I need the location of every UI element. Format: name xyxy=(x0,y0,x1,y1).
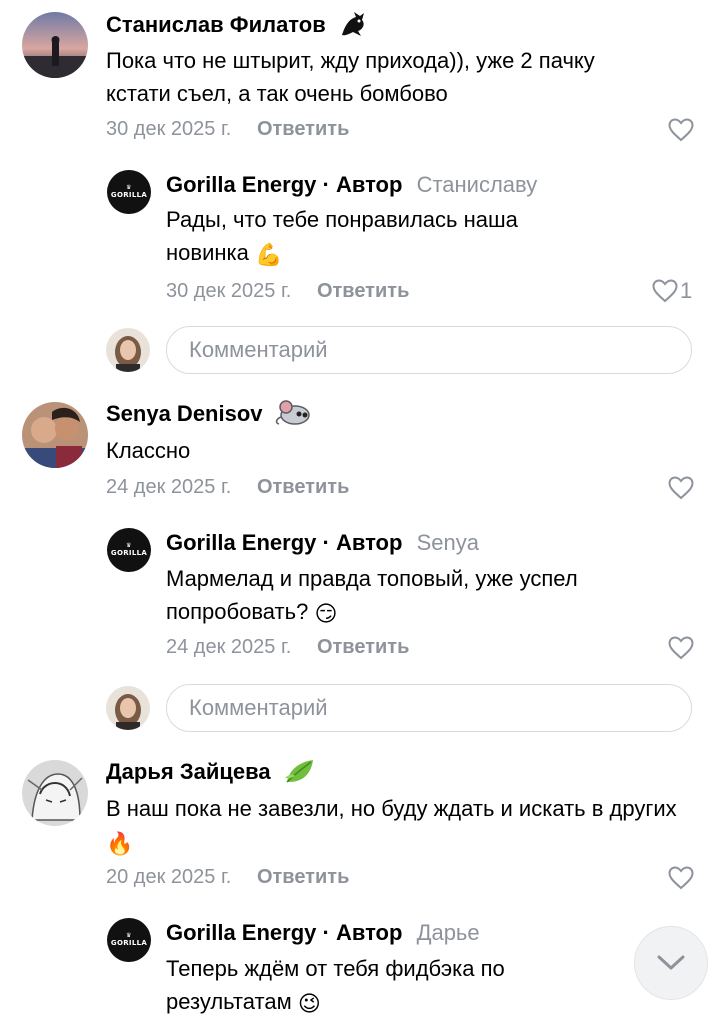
mouse-icon xyxy=(275,400,310,425)
brand-avatar[interactable]: ♛ GORILLA xyxy=(107,918,151,962)
comment-input-placeholder: Комментарий xyxy=(189,337,328,362)
reply-text: Теперь ждём от тебя фидбэка по результат… xyxy=(166,952,606,1020)
author-badge: · Автор xyxy=(322,530,403,555)
flexed-biceps-emoji: 💪 xyxy=(254,241,283,267)
brand-logo-text: GORILLA xyxy=(110,549,148,557)
avatar-stanislav[interactable] xyxy=(22,12,88,78)
reply-text: Рады, что тебе понравилась наша новинка … xyxy=(166,203,606,271)
smirking-face-emoji: 😏 xyxy=(314,600,338,626)
avatar-image xyxy=(22,760,88,826)
reply-meta: 24 дек 2025 г. Ответить xyxy=(166,636,409,659)
reply-author-line: Gorilla Energy · Автор Дарье xyxy=(166,920,480,946)
fire-emoji: 🔥 xyxy=(106,830,134,856)
reply-author-name[interactable]: Gorilla Energy xyxy=(166,530,316,555)
reply-to-name[interactable]: Senya xyxy=(417,530,479,555)
scroll-down-button[interactable] xyxy=(634,926,708,1000)
reply-text-body: Рады, что тебе понравилась наша новинка xyxy=(166,207,518,265)
comment-input[interactable]: Комментарий xyxy=(166,326,692,374)
reply-to-name[interactable]: Станиславу xyxy=(417,172,538,197)
avatar-image xyxy=(22,12,88,78)
reply-author-line: Gorilla Energy · Автор Станиславу xyxy=(166,172,537,198)
dragon-icon xyxy=(341,12,364,37)
avatar-darya[interactable] xyxy=(22,760,88,826)
comment-text: Пока что не штырит, жду прихода)), уже 2… xyxy=(106,48,595,106)
reply-button[interactable]: Ответить xyxy=(317,636,409,658)
reply-date: 30 дек 2025 г. xyxy=(166,280,292,302)
reply-text-body: Теперь ждём от тебя фидбэка по результат… xyxy=(166,956,505,1014)
heart-icon[interactable] xyxy=(668,118,694,142)
comment-date: 30 дек 2025 г. xyxy=(106,118,232,140)
reply-button[interactable]: Ответить xyxy=(257,866,349,888)
reply-button[interactable]: Ответить xyxy=(317,280,409,302)
current-user-avatar[interactable] xyxy=(106,328,150,372)
heart-icon[interactable] xyxy=(668,866,694,890)
reply-author-name[interactable]: Gorilla Energy xyxy=(166,172,316,197)
like-button[interactable]: 1 xyxy=(652,278,692,304)
avatar-image xyxy=(106,686,150,730)
reply-text-body: Мармелад и правда топовый, уже успел поп… xyxy=(166,566,578,624)
comment-text: Классно xyxy=(106,438,191,463)
brand-avatar[interactable]: ♛ GORILLA xyxy=(107,170,151,214)
comment-meta: 30 дек 2025 г. Ответить xyxy=(106,118,349,141)
current-user-avatar[interactable] xyxy=(106,686,150,730)
chevron-down-icon xyxy=(657,955,685,970)
brand-logo-text: GORILLA xyxy=(110,191,148,199)
reply-button[interactable]: Ответить xyxy=(257,476,349,498)
reply-text: Мармелад и правда топовый, уже успел поп… xyxy=(166,562,686,630)
avatar-senya[interactable] xyxy=(22,402,88,468)
comment-date: 24 дек 2025 г. xyxy=(106,476,232,498)
comment-author-name[interactable]: Станислав Филатов xyxy=(106,12,368,39)
like-count: 1 xyxy=(680,278,693,303)
author-badge: · Автор xyxy=(322,172,403,197)
reply-date: 24 дек 2025 г. xyxy=(166,636,292,658)
brand-logo-text: GORILLA xyxy=(110,939,148,947)
reply-meta: 30 дек 2025 г. Ответить xyxy=(166,280,409,303)
comment-author-name[interactable]: Senya Denisov xyxy=(106,400,313,427)
comment-input[interactable]: Комментарий xyxy=(166,684,692,732)
heart-icon xyxy=(652,279,678,303)
heart-icon[interactable] xyxy=(668,636,694,660)
reply-author-name[interactable]: Gorilla Energy xyxy=(166,920,316,945)
avatar-image xyxy=(106,328,150,372)
comment-input-placeholder: Комментарий xyxy=(189,695,328,720)
comment-author-name[interactable]: Дарья Зайцева xyxy=(106,759,315,786)
comment-date: 20 дек 2025 г. xyxy=(106,866,232,888)
winking-face-emoji: 😉 xyxy=(297,990,321,1016)
reply-button[interactable]: Ответить xyxy=(257,118,349,140)
brand-avatar[interactable]: ♛ GORILLA xyxy=(107,528,151,572)
reply-author-line: Gorilla Energy · Автор Senya xyxy=(166,530,479,556)
reply-to-name[interactable]: Дарье xyxy=(417,920,480,945)
comment-meta: 20 дек 2025 г. Ответить xyxy=(106,866,349,889)
heart-icon[interactable] xyxy=(668,476,694,500)
comment-meta: 24 дек 2025 г. Ответить xyxy=(106,476,349,499)
comment-text-body: В наш пока не завезли, но буду ждать и и… xyxy=(106,796,677,821)
leaf-icon xyxy=(284,760,313,783)
author-badge: · Автор xyxy=(322,920,403,945)
avatar-image xyxy=(22,402,88,468)
comment-text: В наш пока не завезли, но буду ждать и и… xyxy=(106,792,696,860)
